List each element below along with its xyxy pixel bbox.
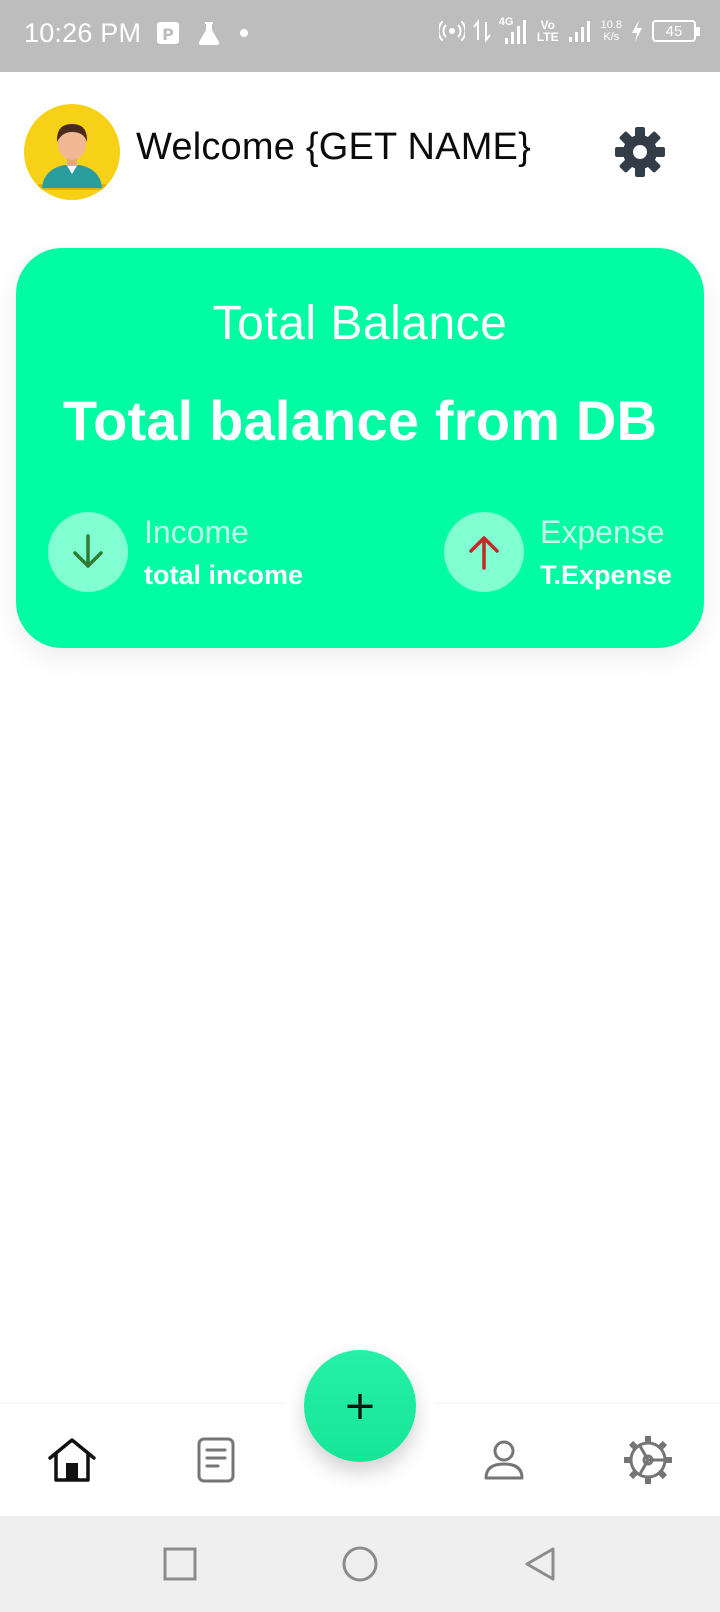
charging-icon (632, 20, 642, 42)
arrow-down-icon (73, 534, 103, 568)
income-value: total income (144, 560, 304, 590)
plus-icon: + (343, 1383, 377, 1429)
hotspot-icon (438, 20, 465, 42)
svg-text:P: P (162, 25, 174, 44)
gear-icon (615, 127, 665, 177)
parking-app-icon: P (157, 22, 179, 44)
balance-card: Total Balance Total balance from DB Inco… (16, 248, 704, 648)
avatar-person-icon (38, 124, 106, 190)
home-circle-icon (342, 1546, 378, 1582)
nav-home[interactable] (44, 1432, 100, 1488)
data-arrows-icon (473, 19, 491, 43)
battery-level: 45 (665, 22, 683, 40)
settings-wheel-icon (624, 1436, 672, 1484)
expense-icon-circle (444, 512, 524, 592)
arrow-up-icon (469, 536, 499, 570)
status-right-icons: 4G Vo LTE 10.8 K/s 45 (438, 16, 700, 46)
recent-apps-button[interactable] (156, 1540, 204, 1588)
income-label: Income (144, 514, 249, 550)
battery-icon: 45 (652, 20, 700, 42)
net-speed-unit: K/s (603, 31, 620, 43)
nav-records[interactable] (188, 1432, 244, 1488)
expense-value: T.Expense (540, 560, 673, 590)
status-left-icons: P (156, 20, 250, 46)
volte-icon: Vo LTE (537, 19, 559, 43)
recent-apps-icon (163, 1547, 197, 1581)
user-avatar[interactable] (24, 104, 120, 200)
expense-label: Expense (540, 514, 665, 550)
home-system-button[interactable] (336, 1540, 384, 1588)
volte-sub-text: LTE (536, 30, 559, 44)
back-triangle-icon (525, 1547, 555, 1581)
flask-icon (198, 22, 220, 46)
dot-icon (240, 29, 248, 37)
nav-settings[interactable] (620, 1432, 676, 1488)
net-speed-value: 10.8 (600, 19, 622, 31)
signal-icon (568, 21, 590, 42)
income-icon-circle (48, 512, 128, 592)
balance-value: Total balance from DB (62, 389, 658, 452)
welcome-title: Welcome {GET NAME} (136, 126, 531, 168)
document-icon (197, 1437, 235, 1483)
settings-button[interactable] (612, 124, 668, 180)
nav-profile[interactable] (476, 1432, 532, 1488)
add-transaction-button[interactable]: + (304, 1350, 416, 1462)
home-icon (48, 1438, 96, 1482)
net-speed: 10.8 K/s (601, 19, 622, 43)
balance-title: Total Balance (212, 297, 508, 350)
signal-4g-icon: 4G (499, 16, 529, 46)
system-navigation-bar (0, 1516, 720, 1612)
status-time: 10:26 PM (24, 18, 142, 48)
back-button[interactable] (516, 1540, 564, 1588)
status-bar: 10:26 PM P 4G Vo LTE 10.8 K/s 45 (0, 0, 720, 72)
person-icon (484, 1440, 524, 1480)
